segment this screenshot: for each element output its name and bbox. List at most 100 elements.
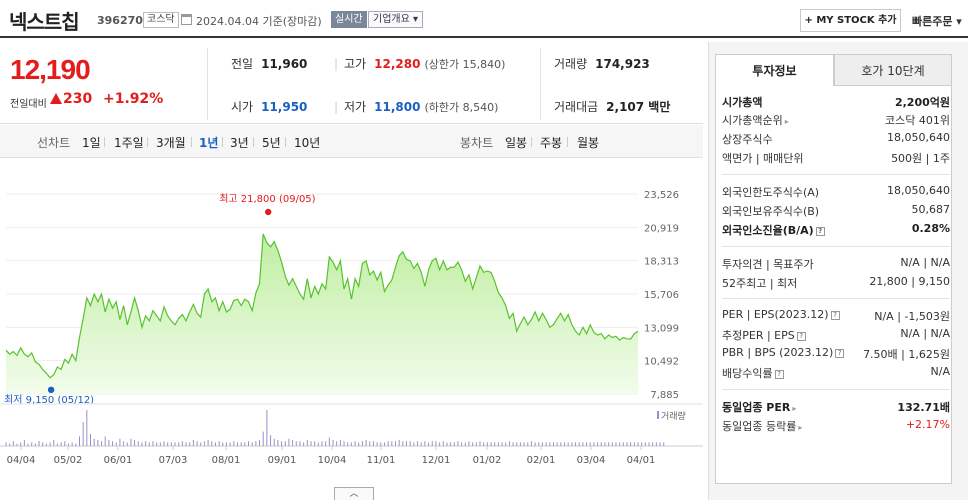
low-value: 11,800 [374,100,421,114]
open-label: 시가 [231,100,254,114]
tab-1d[interactable]: 1일 [82,134,101,151]
y-tick-label: 10,492 [644,357,679,368]
stock-header: 넥스트칩 396270 코스닥 2024.04.04 기준(장마감) 실시간 기… [0,0,968,38]
divider [722,389,950,390]
x-tick-label: 11/01 [367,455,396,466]
divider [540,48,541,120]
x-tick-label: 10/04 [318,455,347,466]
tab-orderbook-10[interactable]: 호가 10단계 [834,54,952,86]
help-icon[interactable]: ? [835,349,845,358]
info-label: 외국인한도주식수(A) [722,186,820,199]
prev-close-value: 11,960 [261,57,308,71]
volume-cell: 거래량 174,923 [554,55,650,72]
tab-separator [253,137,254,147]
help-icon[interactable]: ? [815,227,825,236]
info-row: 52주최고 | 최저 21,800 | 9,150 [722,275,950,293]
x-tick-label: 03/04 [577,455,606,466]
x-tick-label: 06/01 [104,455,133,466]
caret-right-icon[interactable]: ▸ [792,404,796,413]
info-row: 동일업종 등락률 ▸ +2.17% [722,418,950,436]
info-value: 18,050,640 [887,184,950,197]
low-label: 저가 [344,100,367,114]
help-icon[interactable]: ? [796,332,806,341]
info-label: 외국인소진율(B/A)? [722,222,825,238]
info-row: 시가총액순위 ▸ 코스닥 401위 [722,112,950,130]
info-row: 배당수익률? N/A [722,365,950,383]
tab-investment-info[interactable]: 투자정보 [715,54,834,86]
info-row: PBR | BPS (2023.12)? 7.50배 | 1,625원 [722,346,950,364]
high-label: 고가 [344,57,367,71]
high-value: 12,280 [374,57,421,71]
info-value: 코스닥 401위 [885,114,950,127]
info-row: 추정PER | EPS? N/A | N/A [722,327,950,345]
tab-separator [531,137,532,147]
caret-right-icon[interactable]: ▸ [785,117,789,126]
tab-5y[interactable]: 5년 [262,134,281,151]
x-tick-label: 08/01 [212,455,241,466]
trade-value-label: 거래대금 [554,100,599,114]
info-label: 추정PER | EPS? [722,327,806,343]
stock-name: 넥스트칩 [9,10,80,34]
info-label: 시가총액순위 ▸ [722,114,789,127]
y-tick-label: 18,313 [644,257,679,268]
info-label: 시가총액 [722,96,763,109]
info-row: 외국인소진율(B/A)? 0.28% [722,222,950,240]
info-label: 동일업종 등락률 ▸ [722,420,803,433]
info-label: 투자의견 | 목표주가 [722,258,814,271]
tab-1w[interactable]: 1주일 [114,134,144,151]
info-label: 52주최고 | 최저 [722,277,798,290]
info-value: 2,200억원 [894,96,950,109]
open-cell: 시가 11,950 [231,98,307,115]
y-tick-label: 15,706 [644,290,679,301]
info-label: 배당수익률? [722,365,784,381]
tab-separator [285,137,286,147]
max-label: 최고 21,800 (09/05) [219,193,315,205]
max-marker [265,208,272,216]
high-cell: | 고가 12,280 (상한가 15,840) [334,57,506,71]
add-my-stock-button[interactable]: + MY STOCK 추가 [800,9,901,32]
lower-limit: (하한가 8,540) [424,101,499,114]
tab-3y[interactable]: 3년 [230,134,249,151]
tab-1y[interactable]: 1년 [199,134,218,151]
low-cell: | 저가 11,800 (하한가 8,540) [334,100,499,114]
divider [722,174,950,175]
help-icon[interactable]: ? [830,311,840,320]
info-row: 액면가 | 매매단위 500원 | 1주 [722,150,950,168]
info-value: 21,800 | 9,150 [869,275,950,288]
tab-10y[interactable]: 10년 [294,134,320,151]
prev-close-label: 전일 [231,57,254,71]
chart-collapse-toggle[interactable]: ︿ [334,487,374,500]
info-value: N/A | -1,503원 [874,310,950,323]
open-value: 11,950 [261,100,308,114]
info-label: PBR | BPS (2023.12)? [722,346,845,359]
y-tick-label: 7,885 [650,390,679,401]
info-value: +2.17% [905,418,950,431]
info-row: 투자의견 | 목표주가 N/A | N/A [722,256,950,274]
info-label: 액면가 | 매매단위 [722,152,804,165]
tab-monthly[interactable]: 월봉 [577,134,599,151]
realtime-button[interactable]: 실시간 [331,11,367,28]
divider [722,246,950,247]
tab-daily[interactable]: 일봉 [505,134,527,151]
x-tick-label: 02/01 [527,455,556,466]
info-row: 시가총액 2,200억원 [722,94,950,112]
company-overview-dropdown[interactable]: 기업개요 ▾ [368,11,423,28]
tab-separator [191,137,192,147]
x-tick-label: 04/01 [627,455,656,466]
x-tick-label: 05/02 [54,455,83,466]
info-value: 50,687 [911,203,951,216]
quick-order-dropdown[interactable]: 빠른주문 ▾ [912,13,962,29]
trade-value: 2,107 백만 [606,100,671,114]
caret-right-icon[interactable]: ▸ [798,423,802,432]
help-icon[interactable]: ? [774,370,784,379]
upper-limit: (상한가 15,840) [424,58,506,71]
price-chart[interactable]: 23,526 20,919 18,313 15,706 13,099 10,492 7,88… [0,160,703,500]
tab-separator [147,137,148,147]
info-value: N/A | N/A [900,327,950,340]
tab-3m[interactable]: 3개월 [156,134,186,151]
volume-legend-label: 거래량 [661,410,686,422]
investment-info-table: 시가총액 2,200억원 시가총액순위 ▸ 코스닥 401위 상장주식수 18,050,64… [715,86,952,484]
volume-value: 174,923 [595,57,650,71]
tab-weekly[interactable]: 주봉 [540,134,562,151]
divider [722,298,950,299]
